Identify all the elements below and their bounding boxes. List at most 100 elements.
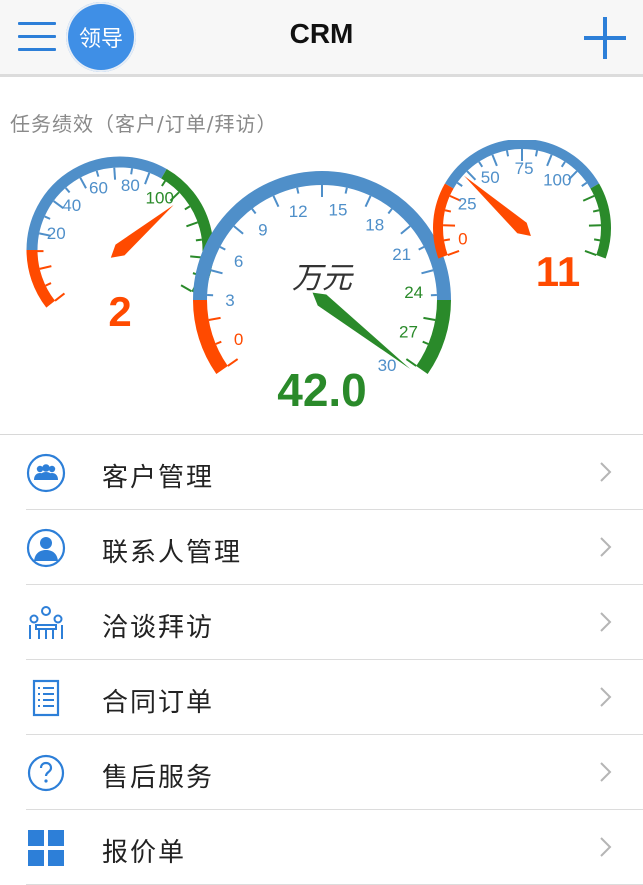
gauge-tick xyxy=(388,209,392,214)
gauge-tick-label: 27 xyxy=(399,322,418,341)
gauge-band-red xyxy=(200,300,222,370)
gauge-band-green xyxy=(422,300,444,370)
gauge-tick xyxy=(479,162,482,167)
gauge-tick xyxy=(209,318,221,320)
performance-gauges: 204060801002036912151821242730万元42.00255… xyxy=(0,140,643,430)
grid-icon xyxy=(26,828,66,868)
gauge-tick xyxy=(467,171,475,180)
customers-icon xyxy=(26,453,66,493)
gauge-tick xyxy=(582,183,587,186)
gauge-tick xyxy=(97,171,99,177)
gauge-tick xyxy=(216,342,222,344)
gauge-tick-label: 3 xyxy=(225,291,234,310)
menu-item-contacts[interactable]: 联系人管理 xyxy=(0,510,643,585)
gauge-tick-label: 9 xyxy=(258,221,267,240)
gauge-needle-hub xyxy=(517,223,527,233)
gauge-tick xyxy=(211,270,223,273)
gauge-tick xyxy=(406,359,416,366)
gauge-tick-label: 100 xyxy=(543,170,571,189)
contact-person-icon xyxy=(26,528,66,568)
gauge-tick xyxy=(585,251,596,255)
gauge-tick xyxy=(297,188,298,194)
section-title: 任务绩效（客户/订单/拜访） xyxy=(10,108,277,137)
menu-item-label: 售后服务 xyxy=(102,757,214,794)
gauge-tick xyxy=(444,239,450,240)
gauge-tick xyxy=(583,196,594,201)
gauge-needle-hub xyxy=(115,245,125,255)
gauge-value: 2 xyxy=(108,288,131,335)
menu-item-quotation[interactable]: 报价单 xyxy=(0,810,643,885)
gauge-tick-label: 20 xyxy=(47,224,66,243)
gauge-tick xyxy=(145,173,149,184)
page-title: CRM xyxy=(0,18,643,50)
gauge-tick xyxy=(228,359,238,366)
chevron-right-icon xyxy=(599,536,613,558)
gauge-tick xyxy=(196,240,202,241)
gauge-tick xyxy=(80,178,86,189)
gauge-tick-label: 60 xyxy=(89,179,108,198)
gauge-band-green xyxy=(595,186,606,257)
gauge-tick xyxy=(401,226,410,234)
chevron-right-icon xyxy=(599,461,613,483)
gauge-tick xyxy=(185,206,190,209)
gauge-tick xyxy=(594,239,600,240)
gauge-tick xyxy=(181,285,191,291)
menu-item-customers[interactable]: 客户管理 xyxy=(0,435,643,510)
menu-item-label: 洽谈拜访 xyxy=(102,607,214,644)
gauge-tick-label: 30 xyxy=(378,356,397,375)
meeting-icon xyxy=(26,603,66,643)
gauge-tick xyxy=(46,283,51,286)
add-icon[interactable] xyxy=(584,17,626,59)
gauge-tick-label: 12 xyxy=(289,202,308,221)
gauge-tick xyxy=(547,155,551,166)
gauge-band-red xyxy=(32,250,51,304)
gauge-tick-label: 50 xyxy=(481,168,500,187)
gauge-tick xyxy=(419,247,424,250)
gauge-needle xyxy=(313,293,411,369)
gauge-tick-label: 100 xyxy=(146,188,174,207)
document-icon xyxy=(26,678,66,718)
gauge-unit: 万元 xyxy=(292,261,354,296)
gauge-tick xyxy=(507,150,508,156)
gauge-tick xyxy=(220,247,225,250)
gauge-tick-label: 24 xyxy=(404,283,423,302)
top-bar: 领导 CRM xyxy=(0,0,643,77)
gauge-tick xyxy=(492,155,496,166)
gauge-tick xyxy=(40,266,52,269)
gauge-tick-label: 75 xyxy=(515,159,534,178)
gauge-tick xyxy=(536,150,537,156)
gauge-tick-label: 0 xyxy=(458,229,467,248)
gauge-tick xyxy=(252,209,256,214)
gauge-tick-label: 6 xyxy=(234,252,243,271)
gauge-tick-label: 80 xyxy=(121,176,140,195)
gauge-tick-label: 40 xyxy=(62,196,81,215)
help-icon xyxy=(26,753,66,793)
gauge-tick xyxy=(448,251,459,255)
menu-item-label: 客户管理 xyxy=(102,457,214,494)
gauge-tick xyxy=(562,162,565,167)
gauge-tick xyxy=(66,188,70,193)
gauge-tick-label: 21 xyxy=(392,245,411,264)
menu-item-visits[interactable]: 洽谈拜访 xyxy=(0,585,643,660)
gauge-tick xyxy=(346,188,347,194)
menu-item-after-sales[interactable]: 售后服务 xyxy=(0,735,643,810)
gauge-tick-label: 0 xyxy=(234,330,243,349)
menu-item-contract-orders[interactable]: 合同订单 xyxy=(0,660,643,735)
gauge-tick xyxy=(114,168,115,180)
gauge-needle-hub xyxy=(317,295,327,305)
gauge-tick xyxy=(131,168,132,174)
gauge-tick xyxy=(423,318,435,320)
gauge-tick xyxy=(423,342,429,344)
module-list: 客户管理 联系人管理 洽谈拜访 合同订单 xyxy=(0,434,643,885)
gauge-band-red xyxy=(438,186,449,257)
gauge-value: 42.0 xyxy=(277,364,367,416)
menu-item-label: 联系人管理 xyxy=(102,532,242,569)
gauge-tick xyxy=(162,181,165,186)
gauge-tick-label: 15 xyxy=(329,200,348,219)
gauge-tick-label: 25 xyxy=(458,195,477,214)
chevron-right-icon xyxy=(599,761,613,783)
gauge-tick xyxy=(457,183,462,186)
gauge-tick xyxy=(366,196,371,207)
chevron-right-icon xyxy=(599,611,613,633)
gauge-tick-label: 18 xyxy=(365,216,384,235)
